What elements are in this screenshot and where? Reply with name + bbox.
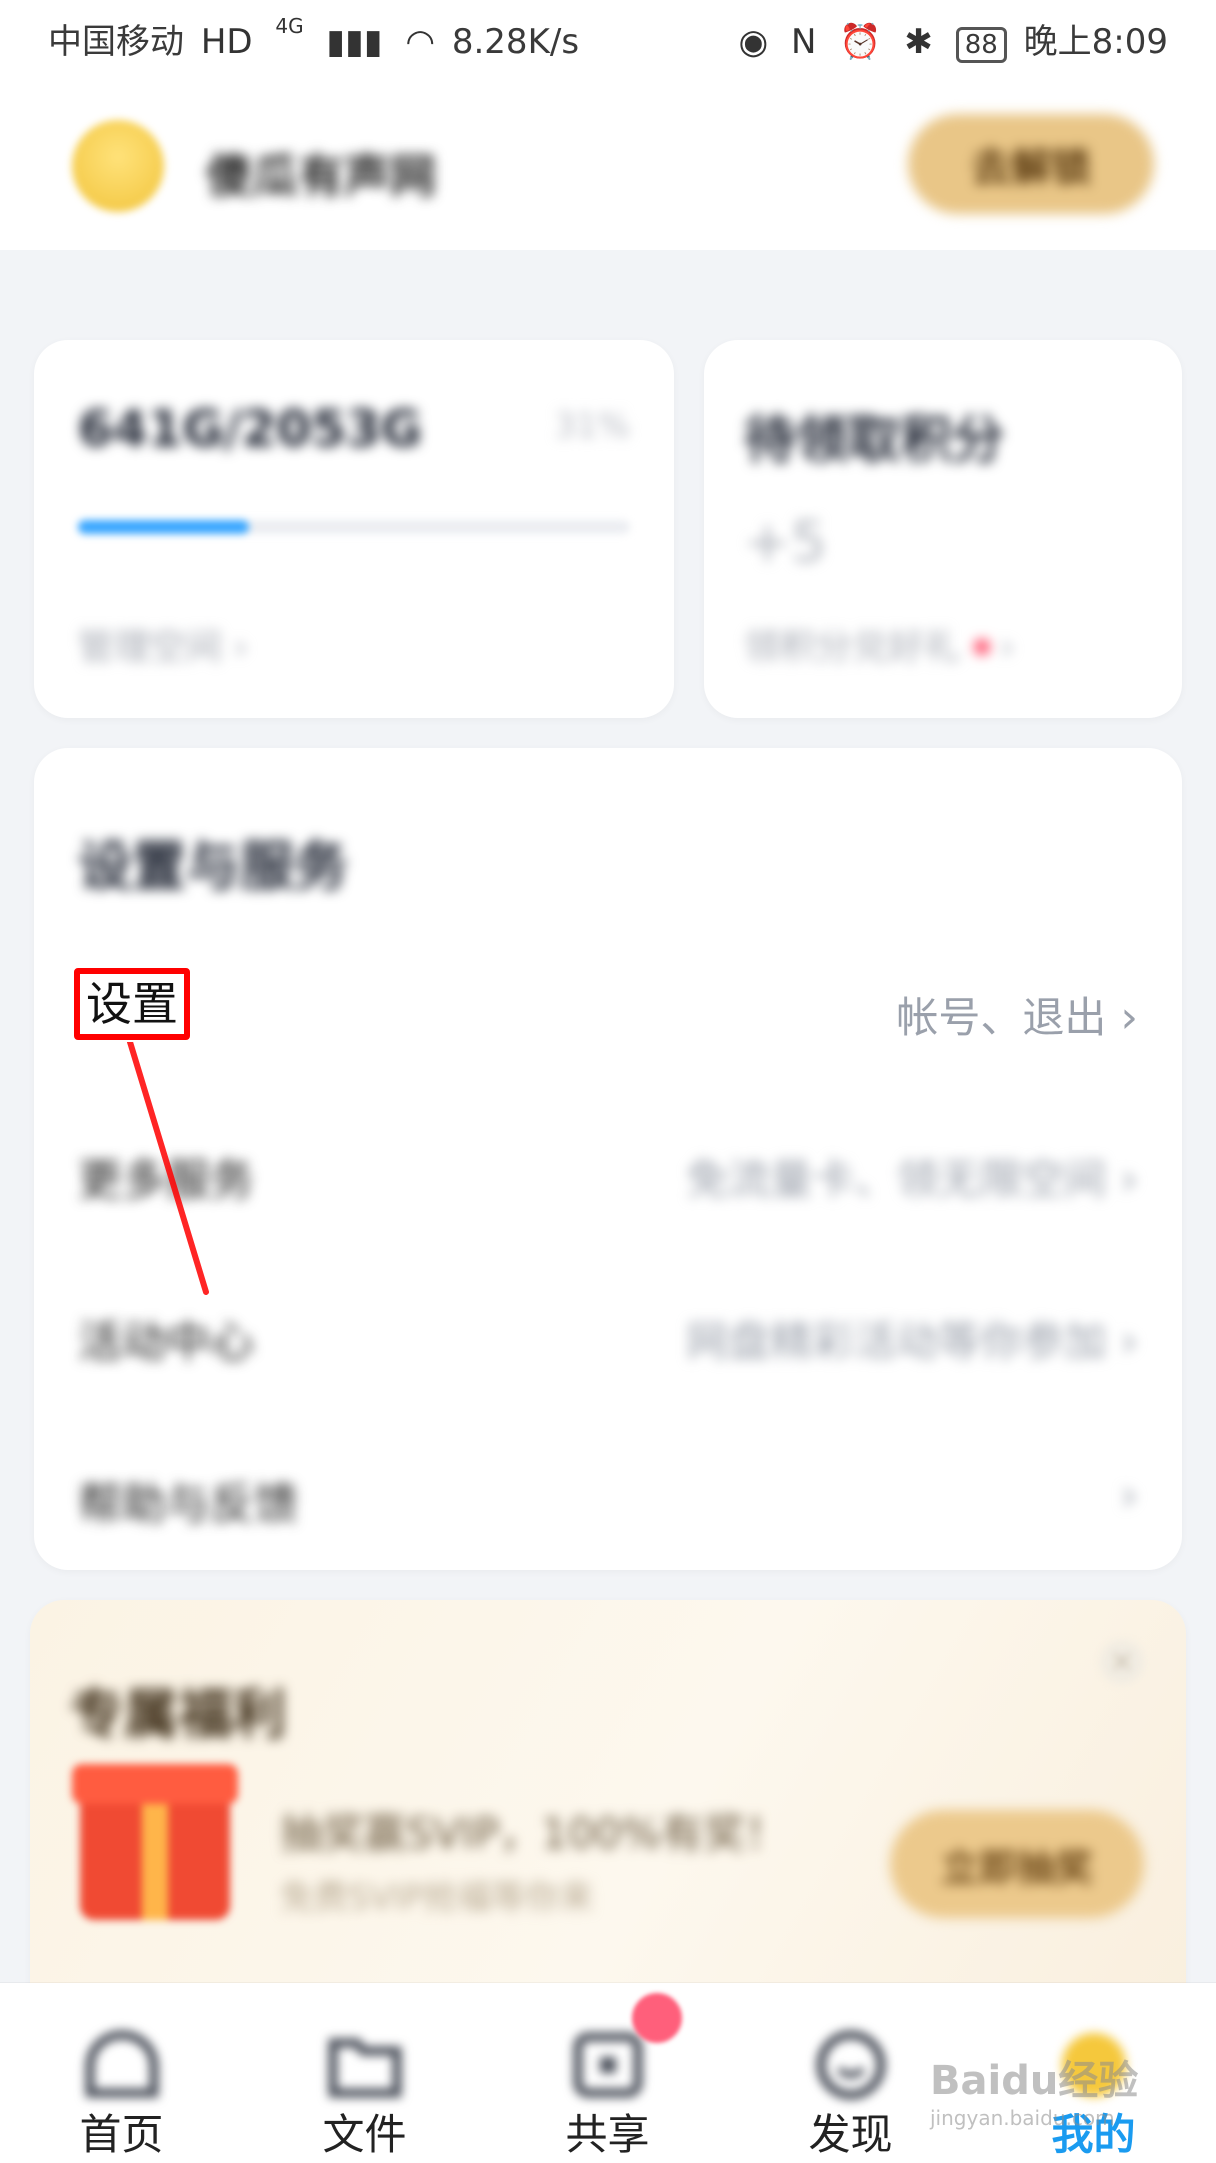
vip-unlock-button[interactable]: 去解锁 [908, 114, 1154, 214]
bluetooth-icon: ✱ [904, 22, 933, 62]
more-services-detail: 免流量卡、领无限空间 › [686, 1146, 1138, 1207]
settings-detail-text: 帐号、退出 [896, 993, 1107, 1042]
more-services-detail-text: 免流量卡、领无限空间 [686, 1155, 1107, 1204]
notification-dot [974, 639, 991, 655]
more-services-label: 更多服务 [78, 1155, 254, 1206]
chevron-right-icon: › [1120, 1470, 1138, 1521]
tab-files-label: 文件 [322, 2110, 407, 2159]
chevron-right-icon: › [1000, 627, 1015, 668]
chevron-right-icon: › [1120, 1154, 1138, 1205]
signal-icon: ▮▮▮ [326, 22, 383, 62]
help-feedback-detail: › [1106, 1470, 1138, 1521]
benefits-title: 专属福利 [70, 1683, 286, 1746]
tab-profile[interactable]: 我的 [972, 1983, 1215, 2163]
more-services-row[interactable]: 更多服务 免流量卡、领无限空间 › [34, 1106, 1182, 1226]
profile-header: 傻瓜有声网 去解锁 [0, 70, 1216, 250]
chevron-right-icon: › [1120, 1316, 1138, 1367]
status-time: 晚上8:09 [1023, 22, 1168, 62]
points-redeem-label: 领积分兑好礼 [744, 627, 961, 668]
tab-share-label: 共享 [565, 2110, 650, 2159]
profile-icon [1061, 2033, 1126, 2097]
bottom-nav: 首页 文件 共享 发现 我的 [0, 1983, 1216, 2163]
settings-label[interactable]: 设置 [74, 968, 190, 1040]
benefit-text: 抽奖赢SVIP，100%有奖！ [280, 1809, 788, 1858]
nfc-icon: N [791, 22, 817, 62]
alarm-icon: ⏰ [839, 22, 882, 62]
tab-files[interactable]: 文件 [243, 1983, 486, 2163]
points-value: +5 [744, 510, 827, 575]
folder-icon [328, 2038, 401, 2098]
help-feedback-label: 帮助与反馈 [78, 1479, 298, 1530]
battery-indicator: 88 [955, 27, 1007, 63]
username[interactable]: 傻瓜有声网 [206, 140, 436, 206]
settings-row[interactable]: 帐号、退出 › [34, 944, 1182, 1064]
chevron-right-icon: › [233, 627, 248, 668]
network-type: 4G [275, 14, 304, 38]
status-right: ◉ N ⏰ ✱ 88 晚上8:09 [733, 14, 1168, 63]
avatar[interactable] [72, 120, 164, 212]
activity-center-row[interactable]: 活动中心 网盘精彩活动等你参加 › [34, 1268, 1182, 1388]
points-card[interactable]: 待领取积分 +5 领积分兑好礼 › [704, 340, 1182, 718]
manage-space-label: 管理空间 [78, 627, 223, 668]
hd-icon: HD [200, 22, 253, 62]
storage-progress-fill [78, 520, 250, 534]
share-icon [573, 2032, 642, 2098]
storage-amount: 641G/2053G [78, 400, 422, 458]
storage-percent: 31% [554, 406, 630, 446]
notification-badge [632, 1993, 682, 2043]
points-title: 待领取积分 [744, 411, 1005, 471]
section-title: 设置与服务 [78, 835, 348, 898]
carrier-label: 中国移动 [48, 22, 184, 62]
wifi-icon: ◠ [405, 22, 436, 62]
activity-center-label: 活动中心 [78, 1317, 254, 1368]
help-feedback-row[interactable]: 帮助与反馈 › [34, 1430, 1182, 1550]
home-icon [85, 2030, 158, 2098]
tab-discover-label: 发现 [808, 2110, 893, 2159]
points-redeem-link[interactable]: 领积分兑好礼 › [744, 618, 1014, 670]
storage-progress-bar [78, 520, 630, 534]
activity-center-detail-text: 网盘精彩活动等你参加 [686, 1317, 1107, 1366]
activity-center-detail: 网盘精彩活动等你参加 › [686, 1308, 1138, 1369]
manage-space-link[interactable]: 管理空间 › [78, 618, 248, 670]
tab-home[interactable]: 首页 [0, 1983, 243, 2163]
storage-card[interactable]: 641G/2053G 31% 管理空间 › [34, 340, 674, 718]
status-left: 中国移动 HD 4G ▮▮▮ ◠ 8.28K/s [48, 14, 579, 63]
net-speed: 8.28K/s [451, 22, 580, 62]
eye-icon: ◉ [738, 22, 769, 62]
benefit-subtext: 免费SVIP抢福等你来 [280, 1878, 594, 1918]
tab-share[interactable]: 共享 [486, 1983, 729, 2163]
settings-services-card: 设置与服务 帐号、退出 › 更多服务 免流量卡、领无限空间 › 活动中心 网盘精彩活… [34, 748, 1182, 1570]
benefits-card: 专属福利 × 抽奖赢SVIP，100%有奖！ 免费SVIP抢福等你来 立即抽奖 [30, 1600, 1186, 2020]
tab-profile-label: 我的 [1051, 2110, 1136, 2159]
lottery-button[interactable]: 立即抽奖 [890, 1810, 1144, 1918]
close-icon[interactable]: × [1100, 1640, 1144, 1684]
discover-icon [816, 2030, 885, 2100]
gift-icon [72, 1764, 238, 1920]
tab-home-label: 首页 [79, 2110, 164, 2159]
tab-discover[interactable]: 发现 [729, 1983, 972, 2163]
chevron-right-icon: › [1120, 992, 1138, 1043]
status-bar: 中国移动 HD 4G ▮▮▮ ◠ 8.28K/s ◉ N ⏰ ✱ 88 晚上8:… [0, 0, 1216, 70]
settings-row-detail: 帐号、退出 › [896, 984, 1138, 1045]
